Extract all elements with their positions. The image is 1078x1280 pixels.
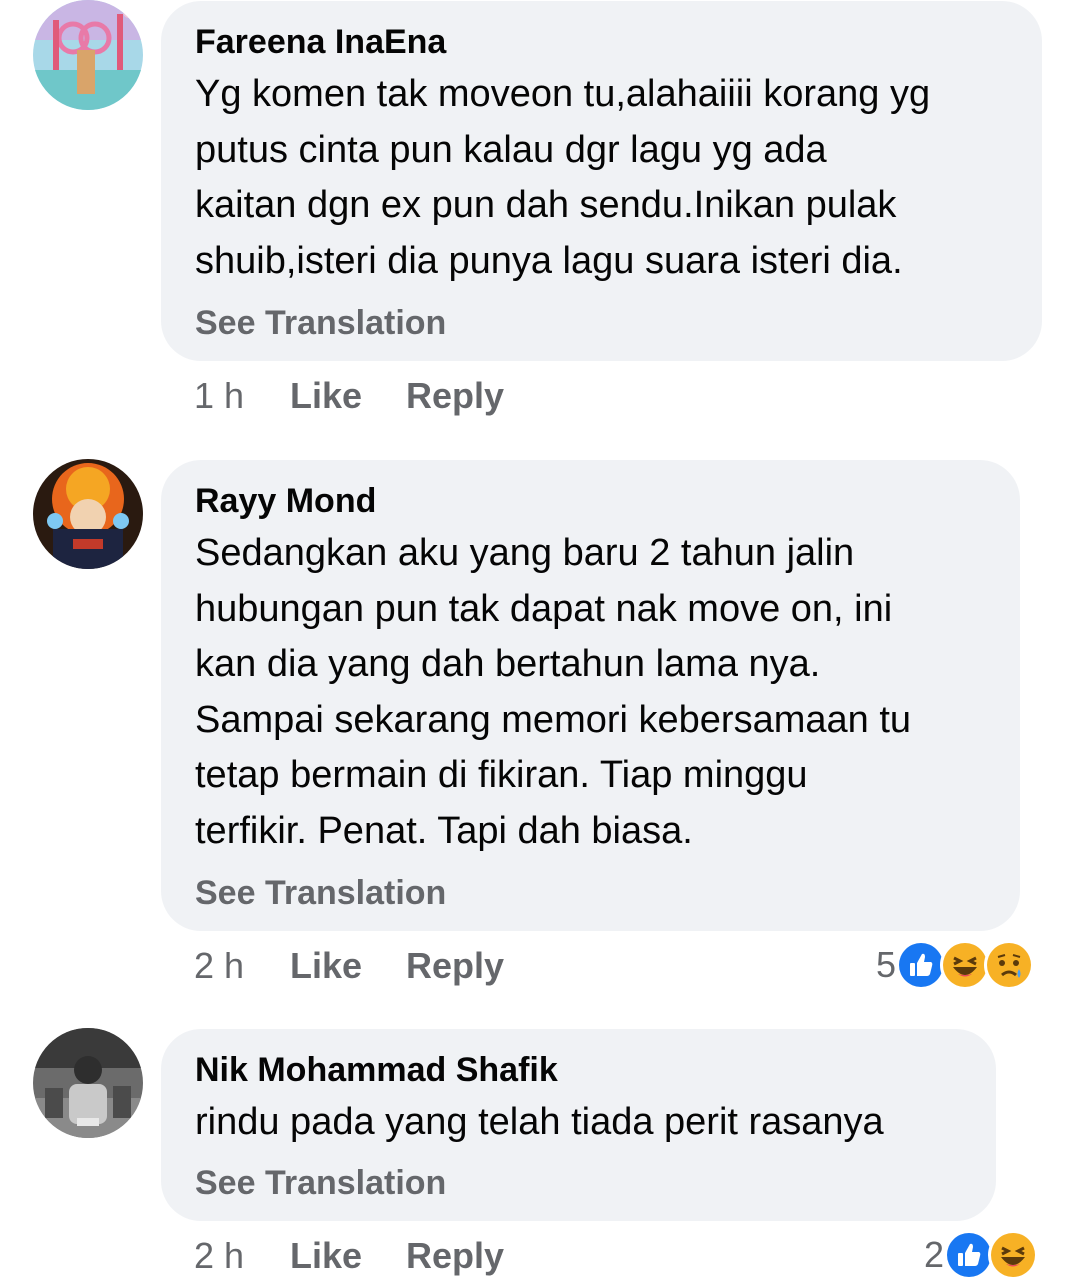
- like-reaction-icon: [896, 940, 947, 990]
- comment-actions: 2 h Like Reply: [194, 1236, 504, 1276]
- see-translation-link[interactable]: See Translation: [195, 1163, 962, 1203]
- comment-bubble: Rayy Mond Sedangkan aku yang baru 2 tahu…: [161, 460, 1020, 931]
- haha-reaction-icon: [940, 940, 991, 990]
- avatar[interactable]: [33, 459, 143, 569]
- like-button[interactable]: Like: [290, 946, 406, 986]
- avatar[interactable]: [33, 1028, 143, 1138]
- like-reaction-icon: [944, 1230, 995, 1280]
- comment-line: hubungan pun tak dapat nak move on, ini: [195, 587, 893, 630]
- comment-line: terfikir. Penat. Tapi dah biasa.: [195, 809, 693, 852]
- comment-line: Sampai sekarang memori kebersamaan tu: [195, 698, 912, 741]
- avatar[interactable]: [33, 0, 143, 110]
- comment-line: Sedangkan aku yang baru 2 tahun jalin: [195, 532, 855, 574]
- like-button[interactable]: Like: [290, 1236, 406, 1276]
- comment-timestamp[interactable]: 2 h: [194, 946, 290, 986]
- comment-line: tetap bermain di fikiran. Tiap minggu: [195, 754, 808, 796]
- comment-text: Sedangkan aku yang baru 2 tahun jalin hu…: [195, 526, 986, 859]
- reply-button[interactable]: Reply: [406, 376, 504, 416]
- comment-timestamp[interactable]: 1 h: [194, 376, 290, 416]
- comment-line: kan dia yang dah bertahun lama nya.: [195, 643, 821, 685]
- reaction-count: 5: [876, 944, 897, 985]
- comment-line: putus cinta pun kalau dgr lagu yg ada: [195, 128, 827, 171]
- sad-reaction-icon: [984, 940, 1035, 990]
- comment-author[interactable]: Nik Mohammad Shafik: [195, 1049, 962, 1091]
- comment-line: Yg komen tak moveon tu,alahaiiii korang …: [195, 73, 931, 115]
- comment-author[interactable]: Fareena InaEna: [195, 21, 1008, 63]
- comment-bubble: Fareena InaEna Yg komen tak moveon tu,al…: [161, 1, 1042, 361]
- comment-actions: 1 h Like Reply: [194, 376, 504, 416]
- comment-author[interactable]: Rayy Mond: [195, 480, 986, 522]
- reaction-summary[interactable]: 2: [924, 1230, 1039, 1280]
- see-translation-link[interactable]: See Translation: [195, 303, 1008, 343]
- comment-timestamp[interactable]: 2 h: [194, 1236, 290, 1276]
- haha-reaction-icon: [988, 1230, 1039, 1280]
- reply-button[interactable]: Reply: [406, 1236, 504, 1276]
- see-translation-link[interactable]: See Translation: [195, 873, 986, 913]
- like-button[interactable]: Like: [290, 376, 406, 416]
- comment-text: Yg komen tak moveon tu,alahaiiii korang …: [195, 67, 1008, 289]
- reaction-summary[interactable]: 5: [876, 940, 1035, 990]
- comment-text: rindu pada yang telah tiada perit rasany…: [195, 1095, 962, 1151]
- comment-bubble: Nik Mohammad Shafik rindu pada yang tela…: [161, 1029, 996, 1221]
- comment-line: shuib,isteri dia punya lagu suara isteri…: [195, 239, 903, 282]
- reaction-count: 2: [924, 1234, 945, 1275]
- comment-line: rindu pada yang telah tiada perit rasany…: [195, 1101, 884, 1143]
- reply-button[interactable]: Reply: [406, 946, 504, 986]
- comment-line: kaitan dgn ex pun dah sendu.Inikan pulak: [195, 184, 897, 226]
- comment-actions: 2 h Like Reply: [194, 946, 504, 986]
